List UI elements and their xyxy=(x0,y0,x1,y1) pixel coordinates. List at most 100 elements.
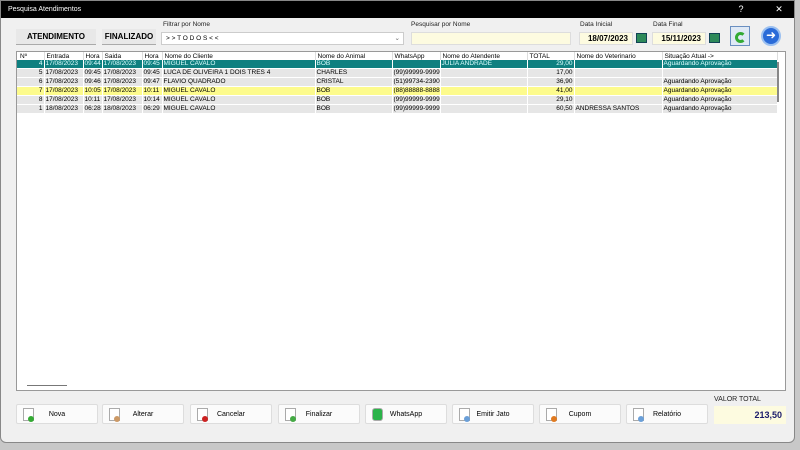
table-cell: 10:05 xyxy=(83,86,103,96)
calendar-icon[interactable] xyxy=(636,33,647,43)
table-cell: 5 xyxy=(17,68,45,78)
calendar-icon[interactable] xyxy=(709,33,720,43)
column-header[interactable]: Situação Atual -> xyxy=(662,52,778,60)
table-cell: (99)99999-9999 xyxy=(392,104,441,114)
table-cell: 60,50 xyxy=(527,104,575,114)
table-cell: 17/08/2023 xyxy=(44,95,84,105)
table-cell: BOB xyxy=(315,104,393,114)
table-cell: 17/08/2023 xyxy=(102,77,143,87)
table-cell: 10:11 xyxy=(83,95,103,105)
edit-icon xyxy=(109,408,120,422)
table-cell xyxy=(662,68,778,78)
column-header[interactable]: Entrada xyxy=(44,52,84,60)
table-cell: 17/08/2023 xyxy=(102,86,143,96)
table-cell: MIGUEL CAVALO xyxy=(162,60,316,69)
button-label: Alterar xyxy=(132,411,154,418)
button-label: Emitir Jato xyxy=(476,411,510,418)
column-header[interactable]: Nome do Veterinario xyxy=(574,52,663,60)
column-header[interactable]: Saida xyxy=(102,52,143,60)
table-cell: 17/08/2023 xyxy=(44,86,84,96)
close-button[interactable]: ✕ xyxy=(769,1,789,18)
button-label: Finalizar xyxy=(305,411,333,418)
table-cell xyxy=(392,60,441,69)
table-cell xyxy=(440,68,528,78)
table-row[interactable]: 8 17/08/2023 10:11 17/08/2023 10:14 MIGUEL CA… xyxy=(17,95,778,105)
column-header[interactable]: Nome do Animal xyxy=(315,52,393,60)
table-row[interactable]: 1 18/08/2023 06:28 18/08/2023 06:29 MIGUEL CA… xyxy=(17,104,778,114)
alterar-button[interactable]: Alterar xyxy=(102,404,184,424)
table-cell: Aguardando Aprovação xyxy=(662,77,778,87)
column-header[interactable]: Nome do Atendente xyxy=(440,52,528,60)
table-cell: 09:45 xyxy=(83,68,103,78)
table-cell: 06:28 xyxy=(83,104,103,114)
search-input[interactable] xyxy=(411,32,571,45)
nova-button[interactable]: Nova xyxy=(16,404,98,424)
help-button[interactable]: ? xyxy=(731,1,751,18)
table-cell: 17/08/2023 xyxy=(44,68,84,78)
date-end-label: Data Final xyxy=(653,21,683,28)
table-cell: ANDRESSA SANTOS xyxy=(574,104,663,114)
refresh-icon[interactable] xyxy=(730,26,750,46)
table-cell: 17,00 xyxy=(527,68,575,78)
button-label: Cancelar xyxy=(216,411,245,418)
finalizado-button[interactable]: FINALIZADO xyxy=(102,29,156,45)
atendimento-button[interactable]: ATENDIMENTO xyxy=(16,29,96,45)
column-header[interactable]: TOTAL xyxy=(527,52,575,60)
filter-value: > > T O D O S < < xyxy=(166,35,219,42)
table-cell xyxy=(440,77,528,87)
cancel-icon xyxy=(197,408,208,422)
relat-rio-button[interactable]: Relatório xyxy=(626,404,708,424)
whatsapp-button[interactable]: WhatsApp xyxy=(365,404,447,424)
table-cell: Aguardando Aprovação xyxy=(662,104,778,114)
column-header[interactable]: Nº xyxy=(17,52,45,60)
total-label: VALOR TOTAL xyxy=(714,396,761,403)
total-value: 213,50 xyxy=(714,406,786,424)
horizontal-scrollbar[interactable] xyxy=(27,385,67,386)
button-label: Relatório xyxy=(652,411,681,418)
new-document-icon xyxy=(23,408,34,422)
table-cell xyxy=(440,104,528,114)
coupon-icon xyxy=(546,408,557,422)
table-cell: (88)88888-8888 xyxy=(392,86,441,96)
table-cell xyxy=(440,95,528,105)
column-header[interactable]: Hora xyxy=(142,52,163,60)
arrow-right-icon[interactable]: ➜ xyxy=(761,26,781,46)
cancelar-button[interactable]: Cancelar xyxy=(190,404,272,424)
table-row[interactable]: 5 17/08/2023 09:45 17/08/2023 09:45 LUCA DE O… xyxy=(17,68,778,78)
table-cell: 41,00 xyxy=(527,86,575,96)
table-cell: 09:46 xyxy=(83,77,103,87)
table-cell: BOB xyxy=(315,95,393,105)
date-end-input[interactable]: 15/11/2023 xyxy=(652,32,706,45)
date-start-input[interactable]: 18/07/2023 xyxy=(579,32,633,45)
column-header[interactable]: WhatsApp xyxy=(392,52,441,60)
table-cell: 7 xyxy=(17,86,45,96)
results-grid[interactable]: Nº Entrada Hora Saida Hora Nome do Cliente Nom… xyxy=(16,51,786,391)
table-cell: BOB xyxy=(315,60,393,69)
cupom-button[interactable]: Cupom xyxy=(539,404,621,424)
table-cell: 4 xyxy=(17,60,45,69)
column-header[interactable]: Nome do Cliente xyxy=(162,52,316,60)
table-cell xyxy=(574,60,663,69)
table-cell: 6 xyxy=(17,77,45,87)
finalizar-button[interactable]: Finalizar xyxy=(278,404,360,424)
table-cell: 06:29 xyxy=(142,104,163,114)
table-cell: MIGUEL CAVALO xyxy=(162,104,316,114)
chevron-down-icon: ⌄ xyxy=(394,35,400,42)
table-cell: 17/08/2023 xyxy=(44,77,84,87)
table-cell: CHARLES xyxy=(315,68,393,78)
table-cell: (99)99999-9999 xyxy=(392,95,441,105)
table-cell: 29,00 xyxy=(527,60,575,69)
whatsapp-icon xyxy=(372,408,383,421)
printer-icon xyxy=(459,408,470,422)
filter-select[interactable]: > > T O D O S < < ⌄ xyxy=(161,32,404,45)
filter-label: Filtrar por Nome xyxy=(163,21,210,28)
table-cell: Aguardando Aprovação xyxy=(662,95,778,105)
emitir-jato-button[interactable]: Emitir Jato xyxy=(452,404,534,424)
vertical-scrollbar[interactable] xyxy=(777,62,779,102)
table-cell xyxy=(440,86,528,96)
table-row[interactable]: 7 17/08/2023 10:05 17/08/2023 10:11 MIGUEL CA… xyxy=(17,86,778,96)
table-row[interactable]: 4 17/08/2023 09:44 17/08/2023 09:45 MIGUEL CA… xyxy=(17,60,778,69)
table-row[interactable]: 6 17/08/2023 09:46 17/08/2023 09:47 FLAVIO QU… xyxy=(17,77,778,87)
column-header[interactable]: Hora xyxy=(83,52,103,60)
table-cell: 29,10 xyxy=(527,95,575,105)
